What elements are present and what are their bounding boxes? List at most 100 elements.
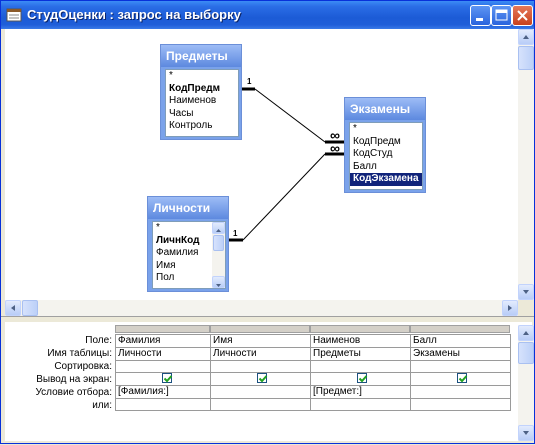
maximize-icon [495, 9, 508, 21]
field-item[interactable]: КодПредм [350, 136, 422, 149]
scroll-down-button[interactable] [518, 425, 534, 441]
query-grid-area[interactable]: Поле: Имя таблицы: Сортировка: Вывод на … [5, 322, 534, 441]
cell-criteria[interactable]: [Фамилия:] [115, 385, 211, 399]
one-label-predmety: 1 [247, 77, 252, 86]
cell-table[interactable]: Личности [115, 347, 211, 361]
relationship-lines [227, 87, 345, 242]
relation-predmety-ekzameny [254, 88, 326, 143]
table-predmety-title[interactable]: Предметы [161, 45, 241, 67]
cell-or[interactable] [210, 398, 311, 411]
arrow-left-icon [11, 305, 15, 311]
cell-table[interactable]: Личности [210, 347, 311, 361]
column-selector[interactable] [115, 325, 210, 333]
checkmark-icon [458, 375, 468, 383]
cell-or[interactable] [115, 398, 211, 411]
show-checkbox[interactable] [457, 373, 468, 384]
field-item[interactable]: КодСтуд [350, 148, 422, 161]
table-ekzameny[interactable]: Экзамены * КодПредм КодСтуд Балл КодЭкза… [344, 97, 426, 193]
cell-criteria[interactable]: [Предмет:] [310, 385, 411, 399]
row-label-or: или: [92, 400, 112, 411]
field-item[interactable]: Контроль [166, 120, 238, 133]
cell-show[interactable] [210, 372, 311, 386]
scroll-thumb[interactable] [518, 342, 534, 364]
cell-field[interactable]: Фамилия [115, 334, 211, 348]
arrow-down-icon [523, 431, 529, 435]
cell-sort[interactable] [310, 360, 411, 373]
table-ekzameny-title[interactable]: Экзамены [345, 98, 425, 120]
field-item[interactable]: Балл [350, 161, 422, 174]
arrow-down-icon [523, 290, 529, 294]
maximize-button[interactable] [491, 5, 512, 26]
arrow-down-icon [216, 284, 221, 287]
table-predmety-fields[interactable]: * КодПредм Наименов Часы Контроль [165, 69, 239, 137]
design-vertical-scrollbar[interactable] [518, 29, 534, 300]
column-selector[interactable] [310, 325, 410, 333]
cell-show[interactable] [310, 372, 411, 386]
checkmark-icon [258, 375, 268, 383]
arrow-up-icon [523, 331, 529, 335]
close-icon [517, 10, 528, 21]
minimize-button[interactable] [470, 5, 491, 26]
table-lichnosti[interactable]: Личности * ЛичнКод Фамилия Имя Пол [147, 196, 229, 292]
table-lichnosti-title[interactable]: Личности [148, 197, 228, 219]
field-item[interactable]: Наименов [166, 95, 238, 108]
scroll-up-button[interactable] [212, 222, 225, 234]
field-item[interactable]: * [166, 70, 238, 83]
window-title: СтудОценки : запрос на выборку [27, 7, 241, 22]
cell-or[interactable] [310, 398, 411, 411]
table-predmety[interactable]: Предметы * КодПредм Наименов Часы Контро… [160, 44, 242, 140]
scroll-down-button[interactable] [518, 284, 534, 300]
cell-sort[interactable] [410, 360, 511, 373]
scroll-up-button[interactable] [518, 29, 534, 45]
show-checkbox[interactable] [162, 373, 173, 384]
checkmark-icon [358, 375, 368, 383]
row-label-sort: Сортировка: [54, 361, 112, 372]
one-label-lichnosti: 1 [233, 229, 238, 238]
scroll-left-button[interactable] [5, 300, 21, 316]
cell-show[interactable] [410, 372, 511, 386]
cell-sort[interactable] [115, 360, 211, 373]
cell-table[interactable]: Предметы [310, 347, 411, 361]
column-selector[interactable] [210, 325, 310, 333]
scroll-right-button[interactable] [502, 300, 518, 316]
scroll-up-button[interactable] [518, 325, 534, 341]
column-selector[interactable] [410, 325, 510, 333]
show-checkbox[interactable] [257, 373, 268, 384]
scroll-down-button[interactable] [212, 276, 225, 288]
arrow-right-icon [508, 305, 512, 311]
minimize-icon [476, 18, 483, 21]
table-design-area[interactable]: 1 1 ∞ ∞ Предметы * КодПредм Наименов Час… [5, 29, 534, 316]
close-button[interactable] [512, 5, 533, 26]
grid-row-labels: Поле: Имя таблицы: Сортировка: Вывод на … [5, 334, 115, 412]
table-lichnosti-fields[interactable]: * ЛичнКод Фамилия Имя Пол [152, 221, 226, 289]
cell-field[interactable]: Наименов [310, 334, 411, 348]
field-item-key-selected[interactable]: КодЭкзамена [350, 173, 422, 186]
grid-row-field: Фамилия Имя Наименов Балл [115, 334, 511, 348]
show-checkbox[interactable] [357, 373, 368, 384]
field-item[interactable]: Часы [166, 108, 238, 121]
cell-criteria[interactable] [210, 385, 311, 399]
grid-row-sort [115, 360, 511, 373]
table-lichnosti-scrollbar[interactable] [212, 222, 225, 288]
field-item-key[interactable]: КодПредм [166, 83, 238, 96]
cell-field[interactable]: Имя [210, 334, 311, 348]
design-horizontal-scrollbar[interactable] [5, 300, 518, 316]
cell-show[interactable] [115, 372, 211, 386]
query-design-grid: Фамилия Имя Наименов Балл Личности Лично… [115, 334, 511, 411]
cell-field[interactable]: Балл [410, 334, 511, 348]
cell-sort[interactable] [210, 360, 311, 373]
scroll-thumb[interactable] [518, 46, 534, 70]
cell-criteria[interactable] [410, 385, 511, 399]
grid-vertical-scrollbar[interactable] [518, 325, 534, 441]
scroll-thumb[interactable] [213, 235, 224, 251]
query-window: СтудОценки : запрос на выборку 1 1 ∞ ∞ П [0, 0, 535, 444]
row-label-field: Поле: [85, 335, 112, 346]
scroll-thumb[interactable] [22, 300, 38, 316]
table-ekzameny-fields[interactable]: * КодПредм КодСтуд Балл КодЭкзамена [349, 122, 423, 190]
checkmark-icon [163, 375, 173, 383]
field-item[interactable]: * [350, 123, 422, 136]
title-bar[interactable]: СтудОценки : запрос на выборку [1, 1, 534, 29]
cell-or[interactable] [410, 398, 511, 411]
cell-table[interactable]: Экзамены [410, 347, 511, 361]
grid-row-table: Личности Личности Предметы Экзамены [115, 347, 511, 361]
